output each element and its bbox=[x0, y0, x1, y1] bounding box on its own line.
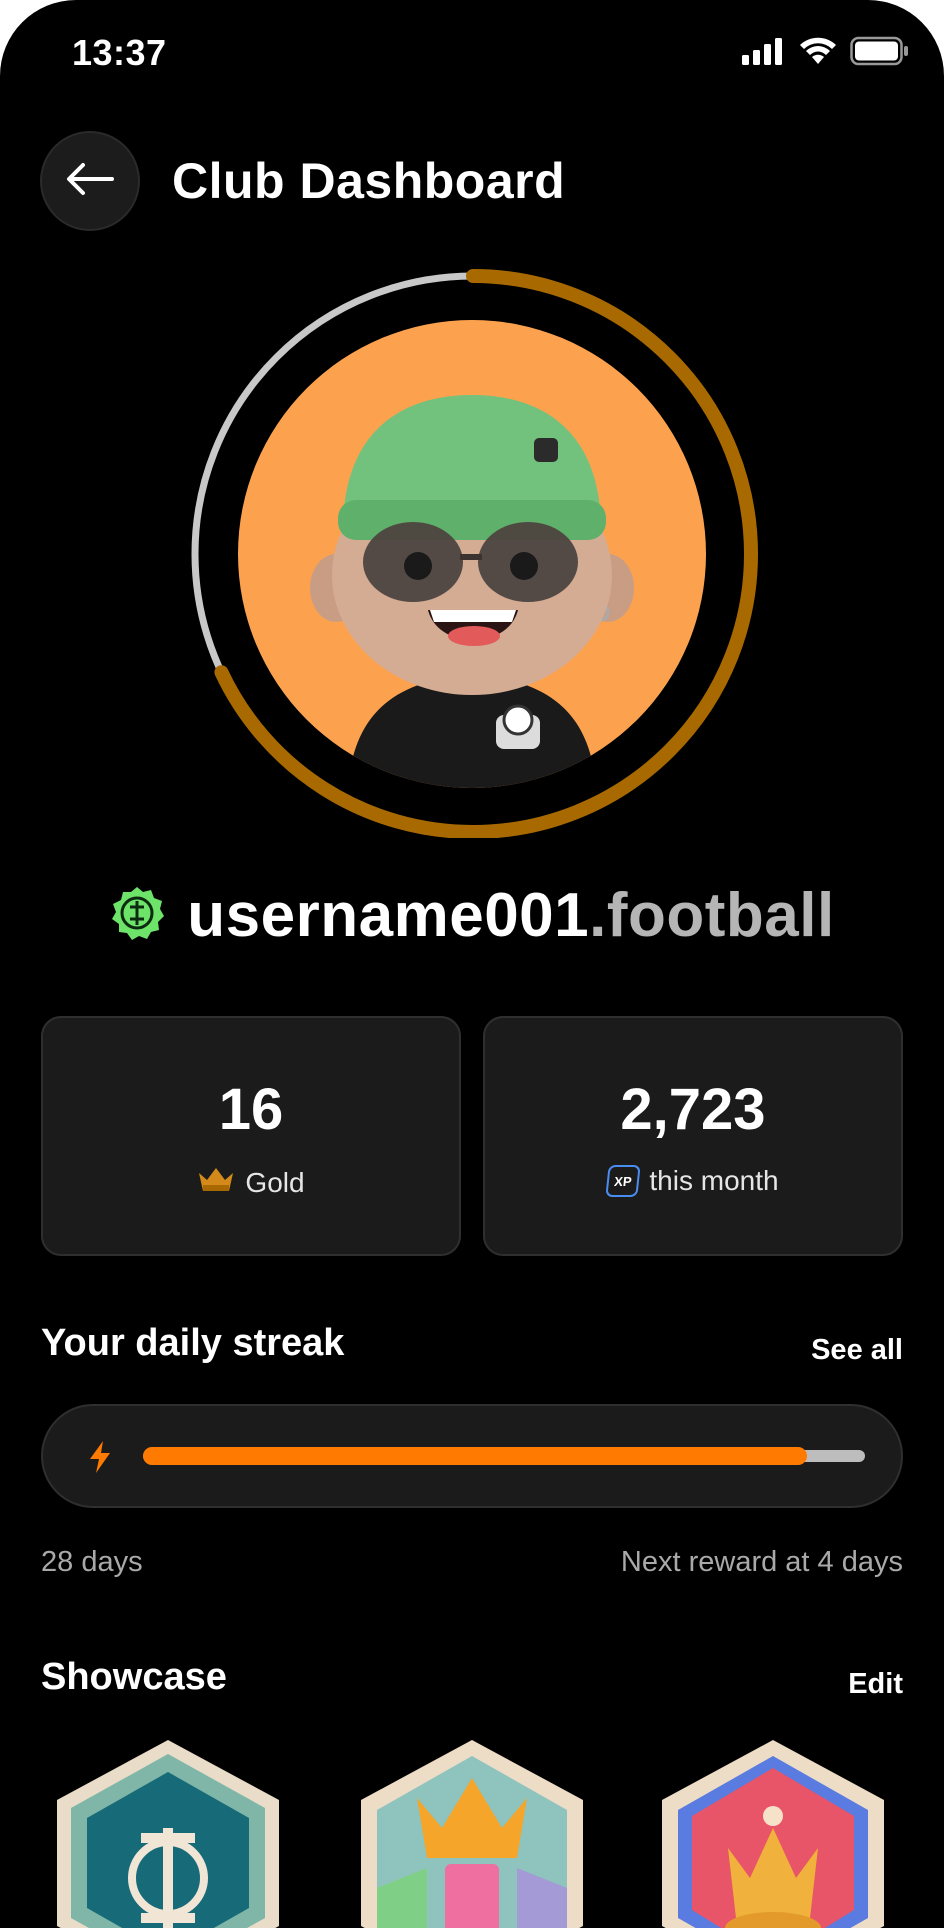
status-time: 13:37 bbox=[72, 32, 167, 73]
showcase-title: Showcase bbox=[41, 1656, 227, 1698]
gold-stat-card[interactable]: 16 Gold bbox=[41, 1016, 461, 1256]
avatar[interactable] bbox=[238, 320, 706, 788]
xp-icon-text: XP bbox=[613, 1173, 633, 1189]
lightning-icon bbox=[87, 1440, 113, 1479]
page-title: Club Dashboard bbox=[172, 153, 566, 209]
wifi-icon bbox=[798, 36, 838, 71]
back-button[interactable] bbox=[40, 131, 140, 231]
gold-label-row: Gold bbox=[197, 1165, 305, 1200]
next-reward-text: Next reward at 4 days bbox=[620, 1546, 903, 1578]
battery-icon bbox=[850, 36, 910, 71]
signal-icon bbox=[742, 37, 786, 70]
streak-days: 28 days bbox=[41, 1546, 143, 1578]
club-crest-badge-icon bbox=[109, 885, 165, 946]
streak-track bbox=[143, 1447, 865, 1465]
xp-label-row: XP this month bbox=[605, 1165, 779, 1197]
crown-icon bbox=[197, 1165, 235, 1200]
streak-progress-bar bbox=[41, 1404, 903, 1508]
streak-fill bbox=[143, 1447, 808, 1465]
xp-icon: XP bbox=[605, 1165, 642, 1197]
club-crest-hexagon-badge[interactable] bbox=[53, 1738, 283, 1928]
xp-value: 2,723 bbox=[620, 1077, 766, 1142]
status-icons bbox=[742, 36, 910, 71]
username-row: username001.football bbox=[0, 880, 944, 951]
crown-red-hexagon-badge[interactable] bbox=[658, 1738, 888, 1928]
arrow-left-icon bbox=[66, 162, 114, 201]
username-handle: username001 bbox=[187, 881, 590, 950]
edit-link[interactable]: Edit bbox=[848, 1668, 903, 1701]
streak-title: Your daily streak bbox=[41, 1322, 345, 1364]
see-all-link[interactable]: See all bbox=[811, 1334, 903, 1367]
gold-label: Gold bbox=[245, 1166, 305, 1198]
username-domain: .football bbox=[589, 881, 835, 950]
gold-value: 16 bbox=[218, 1077, 284, 1142]
avatar-progress-ring bbox=[188, 268, 758, 838]
xp-stat-card[interactable]: 2,723 XP this month bbox=[483, 1016, 903, 1256]
xp-label: this month bbox=[649, 1165, 779, 1196]
username: username001.football bbox=[187, 880, 834, 951]
phone-screen: 13:37 Club Dashboard username001.footbal… bbox=[0, 0, 944, 1928]
crown-tower-hexagon-badge[interactable] bbox=[357, 1738, 587, 1928]
